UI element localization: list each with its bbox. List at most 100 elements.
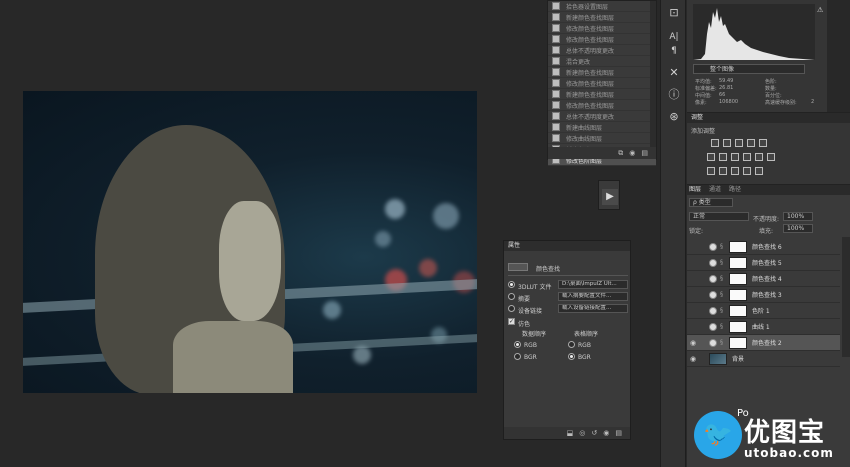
table-order-rgb-radio[interactable] — [568, 341, 575, 348]
view-previous-icon[interactable]: ◎ — [579, 429, 585, 437]
3dlut-radio[interactable] — [508, 281, 515, 288]
photo-filter-icon[interactable] — [743, 153, 751, 161]
devicelink-select[interactable]: 载入设备链接配置... — [558, 304, 628, 313]
link-icon[interactable]: § — [720, 291, 726, 298]
play-icon[interactable]: ▶ — [602, 189, 618, 205]
history-item[interactable]: 修改曲线图层 — [548, 133, 656, 144]
adjustments-tab[interactable]: 调整 — [687, 113, 850, 123]
blend-mode-select[interactable]: 正常 — [689, 212, 749, 221]
clip-to-layer-icon[interactable]: ⬓ — [567, 429, 574, 437]
layer-row[interactable]: § 曲线 1 — [687, 319, 840, 335]
history-item[interactable]: 修改颜色查找图层 — [548, 100, 656, 111]
info-circle-icon[interactable]: ⓘ — [665, 86, 683, 104]
color-lookup-icon[interactable] — [767, 153, 775, 161]
bokeh-light — [323, 301, 341, 319]
levels-icon[interactable] — [723, 139, 731, 147]
opacity-field[interactable]: 100% — [783, 212, 813, 221]
brightness-icon[interactable] — [711, 139, 719, 147]
history-item[interactable]: 混合更改 — [548, 56, 656, 67]
history-item[interactable]: 总体不透明度更改 — [548, 45, 656, 56]
layer-row[interactable]: § 颜色查找 4 — [687, 271, 840, 287]
link-icon[interactable]: § — [720, 339, 726, 346]
exposure-icon[interactable] — [747, 139, 755, 147]
gradient-map-icon[interactable] — [743, 167, 751, 175]
vibrance-icon[interactable] — [759, 139, 767, 147]
layer-row[interactable]: § 颜色查找 6 — [687, 239, 840, 255]
layer-row[interactable]: § 颜色查找 3 — [687, 287, 840, 303]
tab-layers[interactable]: 图层 — [689, 185, 701, 195]
layer-mask-thumbnail[interactable] — [729, 320, 747, 333]
table-order-bgr-radio[interactable] — [568, 353, 575, 360]
invert-icon[interactable] — [707, 167, 715, 175]
link-icon[interactable]: § — [720, 259, 726, 266]
3dlut-select[interactable]: D:\桌面\ImpulZ Ult... — [558, 280, 628, 289]
dither-checkbox[interactable]: ✓ — [508, 318, 515, 325]
history-item[interactable]: 新建曲线图层 — [548, 122, 656, 133]
info-panel-icon[interactable]: ⊡ — [665, 4, 683, 22]
warning-icon[interactable]: ⚠ — [817, 6, 823, 14]
paragraph-panel-icon[interactable]: ¶ — [665, 42, 683, 60]
layers-scrollbar[interactable] — [842, 237, 850, 357]
curves-icon[interactable] — [735, 139, 743, 147]
history-item[interactable]: 总体不透明度更改 — [548, 111, 656, 122]
layer-mask-thumbnail[interactable] — [729, 272, 747, 285]
history-footer: ⧉ ◉ ▤ — [548, 147, 656, 159]
history-item[interactable]: 修改颜色查找图层 — [548, 23, 656, 34]
history-item[interactable]: 拾色器设置图层 — [548, 1, 656, 12]
canvas-photo[interactable] — [23, 91, 477, 393]
layer-mask-thumbnail[interactable] — [729, 240, 747, 253]
layer-thumbnail[interactable] — [709, 352, 727, 365]
percentile-label: 百分位: — [765, 93, 782, 99]
trash-icon[interactable]: ▤ — [615, 429, 622, 437]
history-item[interactable]: 新建颜色查找图层 — [548, 12, 656, 23]
visibility-eye-icon[interactable]: ◉ — [687, 339, 699, 347]
abstract-radio[interactable] — [508, 293, 515, 300]
visibility-eye-icon[interactable]: ◉ — [687, 355, 699, 363]
fill-field[interactable]: 100% — [783, 224, 813, 233]
3d-panel-icon[interactable]: ⊛ — [665, 108, 683, 126]
layer-mask-thumbnail[interactable] — [729, 304, 747, 317]
face — [219, 201, 281, 321]
history-item[interactable]: 新建颜色查找图层 — [548, 89, 656, 100]
channel-select[interactable]: 整个图像 — [693, 64, 805, 74]
layer-name: 颜色查找 6 — [752, 244, 782, 251]
devicelink-radio[interactable] — [508, 305, 515, 312]
layer-mask-thumbnail[interactable] — [729, 336, 747, 349]
new-document-icon[interactable]: ⧉ — [618, 149, 623, 158]
history-scrollbar[interactable] — [650, 1, 656, 149]
layer-mask-thumbnail[interactable] — [729, 288, 747, 301]
posterize-icon[interactable] — [719, 167, 727, 175]
link-icon[interactable]: § — [720, 307, 726, 314]
hue-icon[interactable] — [707, 153, 715, 161]
adjustment-mask-icon[interactable] — [508, 263, 528, 271]
opacity-label: 不透明度: — [753, 216, 780, 223]
trash-icon[interactable]: ▤ — [641, 149, 648, 157]
layer-row[interactable]: ◉ § 颜色查找 2 — [687, 335, 840, 351]
bw-icon[interactable] — [731, 153, 739, 161]
layer-row[interactable]: ◉ 背景 — [687, 351, 840, 367]
link-icon[interactable]: § — [720, 323, 726, 330]
table-order-label: 表格顺序 — [574, 331, 599, 338]
balance-icon[interactable] — [719, 153, 727, 161]
history-item[interactable]: 修改颜色查找图层 — [548, 34, 656, 45]
data-order-bgr-radio[interactable] — [514, 353, 521, 360]
selective-color-icon[interactable] — [755, 167, 763, 175]
tab-paths[interactable]: 路径 — [729, 185, 741, 195]
history-item[interactable]: 新建颜色查找图层 — [548, 67, 656, 78]
visibility-icon[interactable]: ◉ — [603, 429, 609, 437]
layer-mask-thumbnail[interactable] — [729, 256, 747, 269]
abstract-select[interactable]: 载入摘要配置文件... — [558, 292, 628, 301]
tools-icon[interactable]: ✕ — [665, 64, 683, 82]
layer-filter-select[interactable]: ρ 类型 — [689, 198, 733, 207]
data-order-rgb-radio[interactable] — [514, 341, 521, 348]
tab-channels[interactable]: 通道 — [709, 185, 721, 195]
threshold-icon[interactable] — [731, 167, 739, 175]
camera-icon[interactable]: ◉ — [629, 149, 635, 157]
link-icon[interactable]: § — [720, 243, 726, 250]
layer-row[interactable]: § 颜色查找 5 — [687, 255, 840, 271]
reset-icon[interactable]: ↺ — [591, 429, 597, 437]
link-icon[interactable]: § — [720, 275, 726, 282]
layer-row[interactable]: § 色阶 1 — [687, 303, 840, 319]
history-item[interactable]: 修改颜色查找图层 — [548, 78, 656, 89]
channel-mixer-icon[interactable] — [755, 153, 763, 161]
